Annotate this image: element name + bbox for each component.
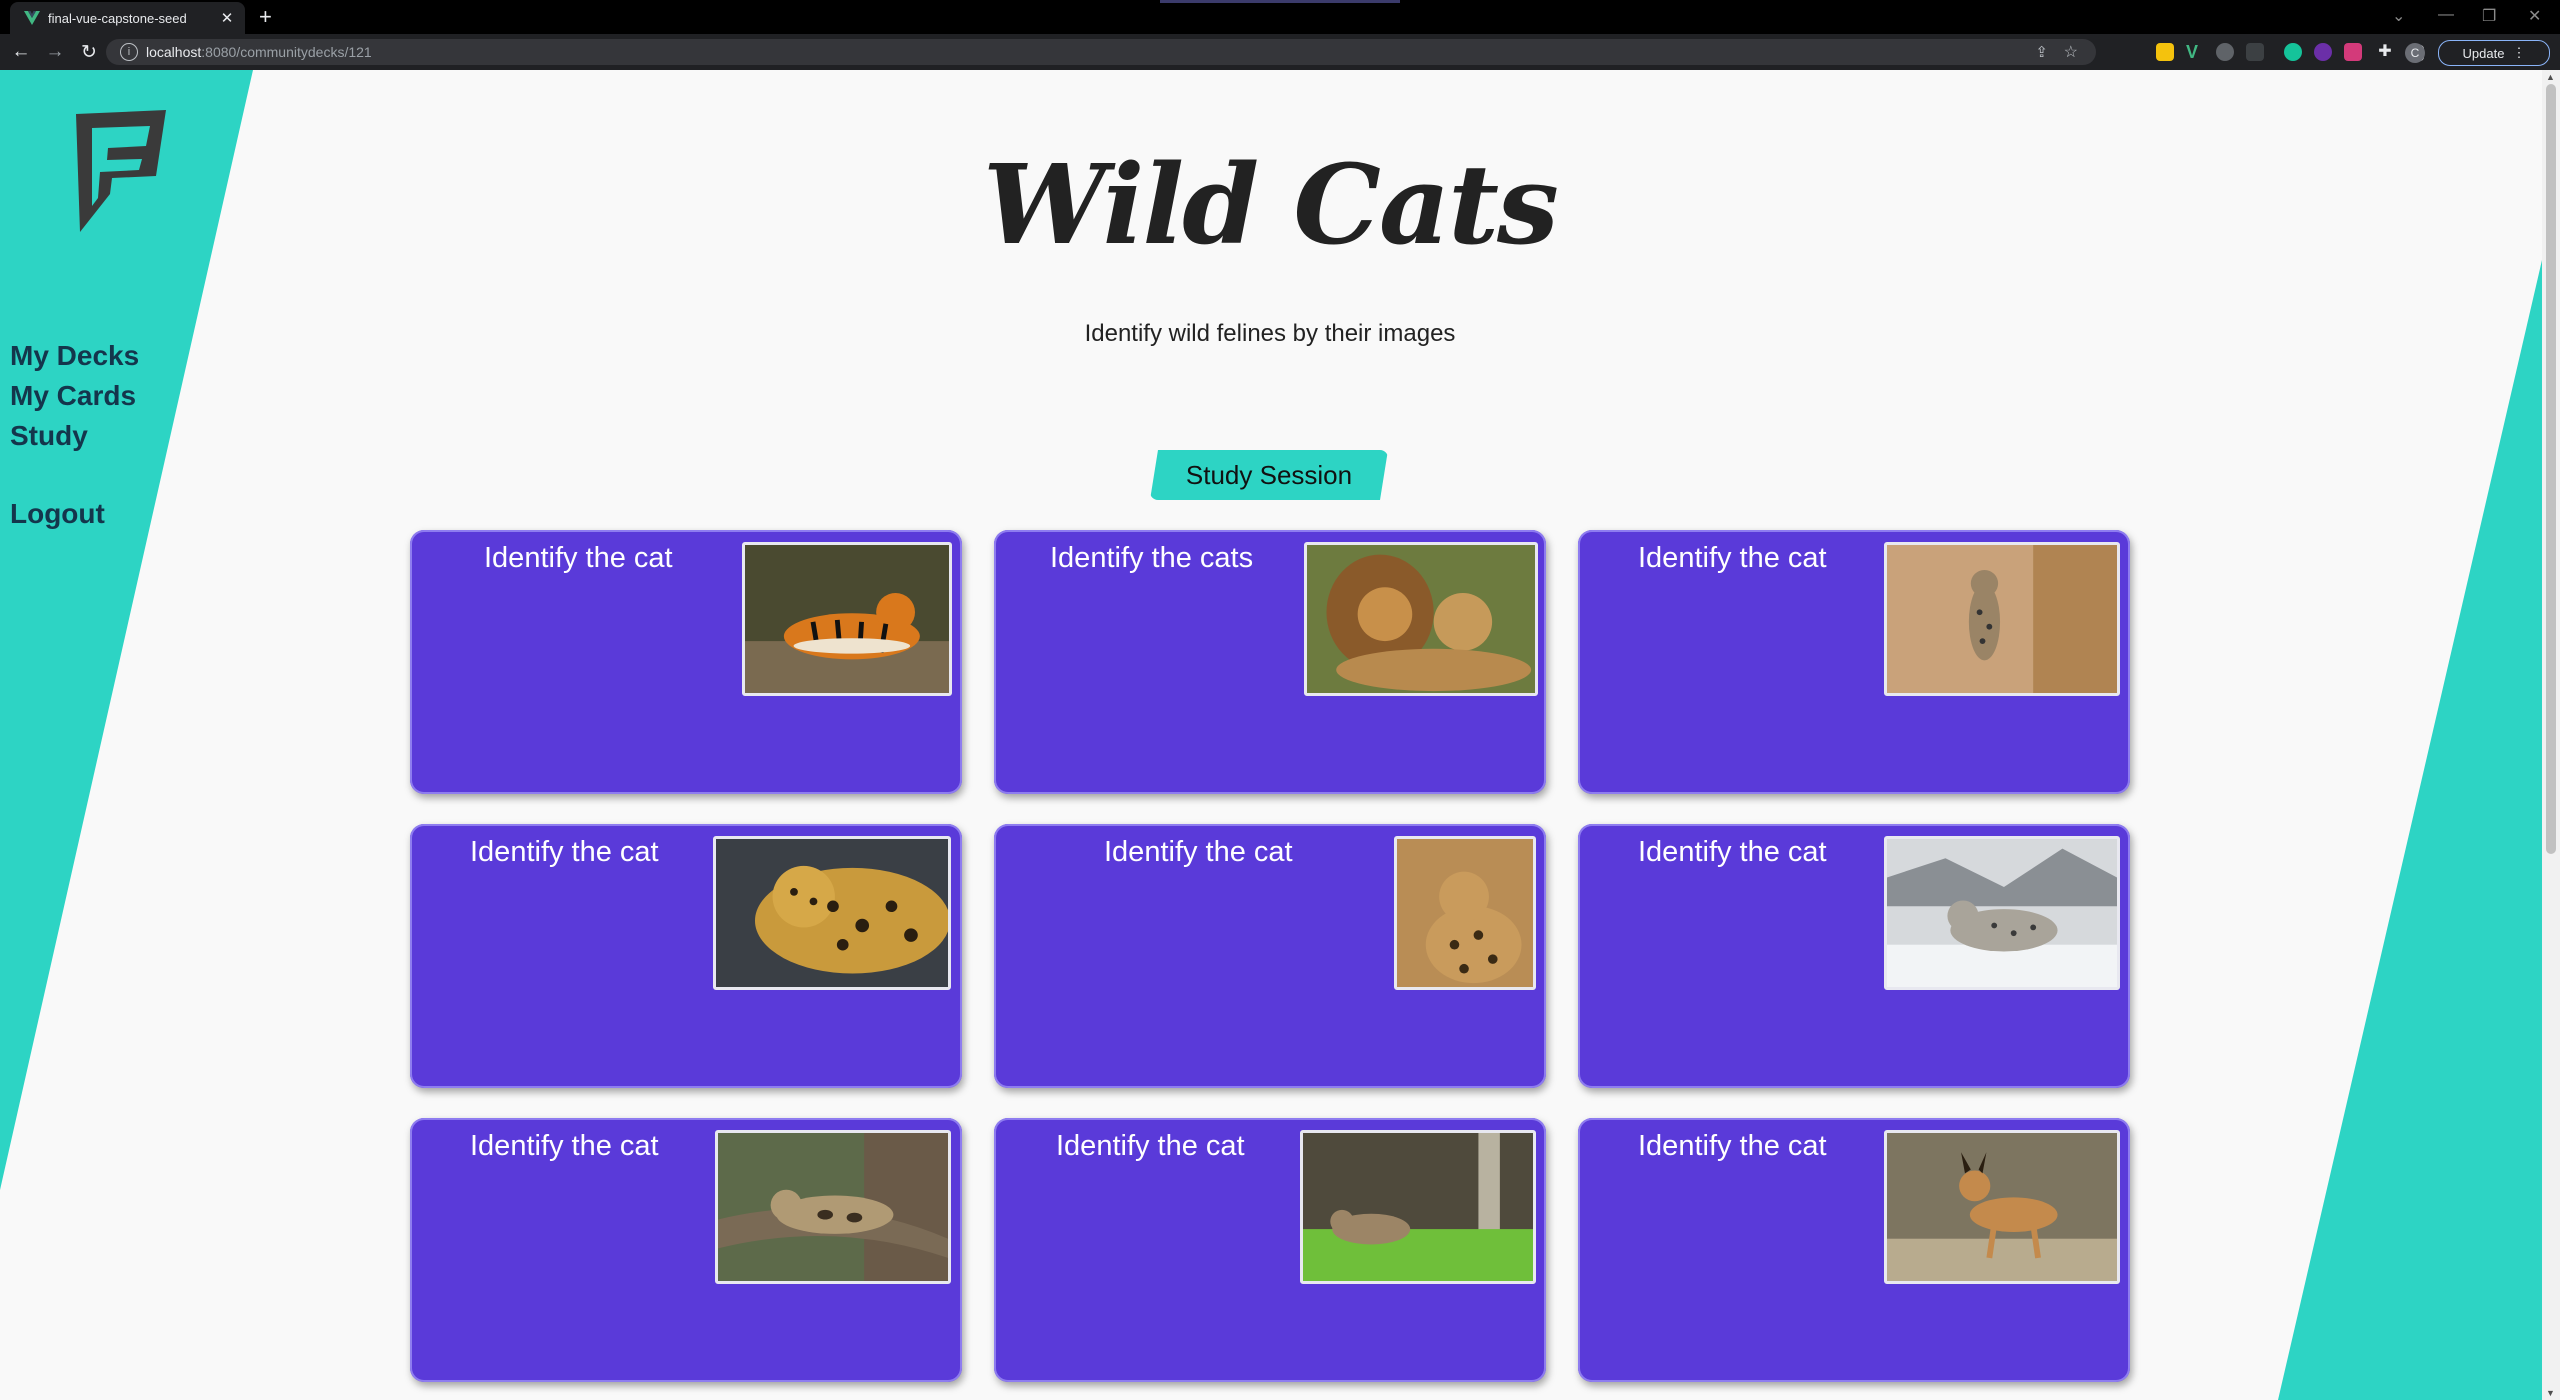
- flashcard[interactable]: Identify the cat: [994, 1118, 1546, 1382]
- browser-toolbar: ← → ↻ i localhost:8080/communitydecks/12…: [0, 34, 2560, 70]
- browser-tab[interactable]: final-vue-capstone-seed ✕: [10, 2, 245, 34]
- card-question: Identify the cat: [1638, 542, 1827, 574]
- page-scrollbar[interactable]: ▲ ▼: [2542, 70, 2560, 1400]
- new-tab-icon[interactable]: +: [259, 4, 272, 30]
- ocelot-photo: [1300, 1130, 1536, 1284]
- card-question: Identify the cat: [1056, 1130, 1245, 1162]
- grammarly-icon[interactable]: [2284, 43, 2302, 61]
- url-host: localhost: [146, 44, 202, 60]
- reload-icon[interactable]: ↻: [76, 41, 102, 64]
- card-question: Identify the cat: [470, 836, 659, 868]
- deck-description: Identify wild felines by their images: [1084, 320, 1456, 347]
- extension-pink-icon[interactable]: [2344, 43, 2362, 61]
- tab-close-icon[interactable]: ✕: [217, 9, 237, 27]
- flashcard[interactable]: Identify the cat: [994, 824, 1546, 1088]
- tab-title: final-vue-capstone-seed: [48, 10, 187, 26]
- card-question: Identify the cat: [1104, 836, 1293, 868]
- scrollbar-thumb[interactable]: [2546, 84, 2556, 854]
- forward-icon[interactable]: →: [42, 41, 68, 63]
- page-content: My Decks My Cards Study Logout Wild Cats…: [0, 70, 2560, 1400]
- extension-notes-icon[interactable]: [2156, 43, 2174, 61]
- card-question: Identify the cats: [1050, 542, 1254, 574]
- vue-devtools-icon[interactable]: V: [2186, 43, 2204, 61]
- jaguar-photo: [713, 836, 951, 990]
- deck-title: Wild Cats: [983, 140, 1559, 269]
- nav-study[interactable]: Study: [10, 420, 88, 452]
- url-path: :8080/communitydecks/121: [201, 44, 372, 60]
- leopard-photo: [1884, 542, 2120, 696]
- flashcard[interactable]: Identify the cat: [410, 1118, 962, 1382]
- caracal-photo: [1884, 1130, 2120, 1284]
- card-question: Identify the cat: [1638, 836, 1827, 868]
- scroll-up-icon[interactable]: ▲: [2546, 72, 2555, 82]
- nav-my-cards[interactable]: My Cards: [10, 380, 136, 412]
- back-icon[interactable]: ←: [8, 41, 34, 63]
- bookmark-star-icon[interactable]: ☆: [2064, 42, 2078, 62]
- lions-photo: [1304, 542, 1538, 696]
- window-close-icon[interactable]: ✕: [2528, 6, 2541, 26]
- tiger-photo: [742, 542, 952, 696]
- tab-strip-accent: [1160, 0, 1400, 3]
- update-button[interactable]: C Update ⋮: [2405, 40, 2550, 66]
- extensions-puzzle-icon[interactable]: ✚: [2376, 43, 2394, 61]
- nav-logout[interactable]: Logout: [10, 498, 105, 530]
- flashcard[interactable]: Identify the cats: [994, 530, 1546, 794]
- flashcard[interactable]: Identify the cat: [1578, 530, 2130, 794]
- update-label: Update: [2462, 45, 2505, 61]
- serval-photo: [1394, 836, 1536, 990]
- card-question: Identify the cat: [484, 542, 673, 574]
- restore-icon[interactable]: ❐: [2482, 6, 2496, 26]
- snow-leopard-photo: [1884, 836, 2120, 990]
- site-info-icon[interactable]: i: [120, 43, 138, 61]
- extension-dark-icon[interactable]: [2246, 43, 2264, 61]
- extension-purple-icon[interactable]: [2314, 43, 2332, 61]
- tab-search-icon[interactable]: ⌄: [2392, 6, 2405, 26]
- share-icon[interactable]: ⇪: [2035, 43, 2048, 61]
- flashcard[interactable]: Identify the cat: [410, 824, 962, 1088]
- kebab-menu-icon[interactable]: ⋮: [2512, 45, 2525, 61]
- flashcard[interactable]: Identify the cat: [1578, 1118, 2130, 1382]
- extension-glasses-icon[interactable]: [2216, 43, 2234, 61]
- scroll-down-icon[interactable]: ▼: [2546, 1388, 2555, 1398]
- browser-tab-strip: final-vue-capstone-seed ✕ + ⌄ — ❐ ✕: [0, 0, 2560, 34]
- card-question: Identify the cat: [470, 1130, 659, 1162]
- profile-avatar[interactable]: C: [2405, 43, 2425, 63]
- minimize-icon[interactable]: —: [2438, 6, 2454, 24]
- study-session-button[interactable]: Study Session: [1150, 450, 1388, 500]
- clouded-leopard-photo: [715, 1130, 951, 1284]
- card-question: Identify the cat: [1638, 1130, 1827, 1162]
- flashcard[interactable]: Identify the cat: [1578, 824, 2130, 1088]
- vue-favicon-icon: [24, 11, 40, 25]
- flashcard[interactable]: Identify the cat: [410, 530, 962, 794]
- address-bar[interactable]: i localhost:8080/communitydecks/121 ⇪ ☆: [106, 39, 2096, 65]
